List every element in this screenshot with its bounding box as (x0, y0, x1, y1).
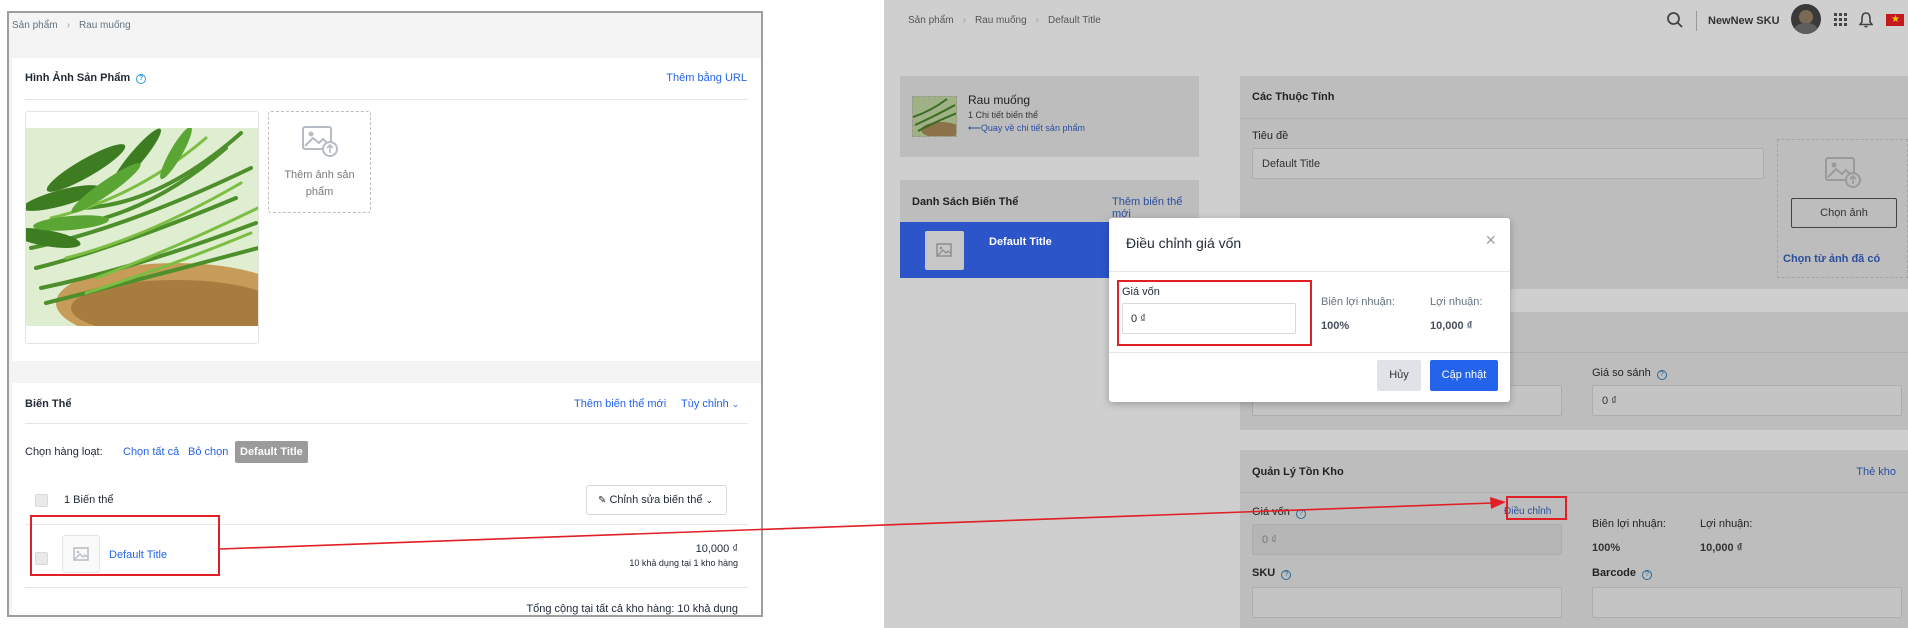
breadcrumb-variant: Default Title (1047, 15, 1101, 26)
apps-grid-icon[interactable] (1834, 13, 1848, 27)
product-name: Rau muống (968, 93, 1031, 107)
inventory-title: Quản Lý Tồn Kho (1252, 466, 1344, 478)
edit-variant-button[interactable]: ✎ Chỉnh sửa biến thể ⌄ (586, 485, 727, 515)
margin-label: Biên lợi nhuận: (1592, 518, 1666, 530)
choose-image-button[interactable]: Chọn ảnh (1791, 198, 1897, 228)
title-label: Tiêu đề (1252, 130, 1289, 142)
add-variant-link[interactable]: Thêm biến thể mới (1112, 196, 1199, 220)
cancel-button[interactable]: Hủy (1377, 360, 1421, 391)
image-upload-icon (1825, 157, 1861, 188)
choose-existing-image-link[interactable]: Chọn từ ảnh đã có (1783, 253, 1880, 265)
profit-label: Lợi nhuận: (1430, 296, 1483, 308)
variants-card: Biến Thể Thêm biến thể mới Tùy chỉnh ⌄ C… (12, 383, 761, 615)
back-to-product-link[interactable]: ⟵Quay về chi tiết sản phẩm (968, 123, 1085, 134)
variant-tag-chip[interactable]: Default Title (235, 441, 308, 463)
images-title: Hình Ảnh Sản Phẩm ? (25, 72, 147, 84)
help-icon[interactable]: ? (1642, 570, 1653, 580)
modal-title: Điều chỉnh giá vốn (1126, 235, 1242, 251)
variant-thumbnail (925, 231, 964, 270)
image-upload-icon (302, 126, 338, 157)
add-variant-link[interactable]: Thêm biến thể mới (574, 398, 666, 410)
breadcrumb-separator: › (1035, 15, 1039, 26)
water-spinach-image (26, 128, 258, 326)
help-icon[interactable]: ? (1295, 509, 1306, 519)
product-thumbnail (912, 96, 957, 137)
attributes-title: Các Thuộc Tính (1252, 91, 1335, 103)
profit-label: Lợi nhuận: (1700, 518, 1753, 530)
breadcrumb-product[interactable]: Rau muống (79, 20, 131, 31)
chevron-down-icon: ⌄ (705, 495, 714, 505)
title-input[interactable]: Default Title (1252, 148, 1764, 179)
margin-label: Biên lợi nhuận: (1321, 296, 1395, 308)
sku-label: SKU ? (1252, 567, 1292, 580)
variants-title: Biến Thể (25, 398, 72, 410)
annotation-highlight-cost-field (1117, 280, 1312, 346)
margin-value: 100% (1592, 542, 1621, 554)
compare-price-input[interactable]: 0 ₫ (1592, 385, 1902, 416)
cost-price-label: Giá vốn ? (1252, 506, 1306, 519)
bulk-select-label: Chọn hàng loạt: (25, 446, 103, 458)
store-name[interactable]: NewNew SKU (1708, 15, 1780, 27)
compare-price-label: Giá so sánh ? (1592, 367, 1667, 380)
deselect-link[interactable]: Bỏ chọn (188, 446, 228, 458)
arrow-left-icon: ⟵ (968, 123, 981, 133)
total-stock: Tổng cộng tại tất cả kho hàng: 10 khả dụ… (526, 603, 738, 615)
cost-price-input: 0 ₫ (1252, 524, 1562, 555)
variant-count: 1 Biến thể (64, 494, 114, 506)
stock-card-link[interactable]: Thẻ kho (1856, 466, 1896, 478)
margin-value: 100% (1321, 320, 1350, 332)
search-icon[interactable] (1666, 11, 1684, 29)
divider (1109, 271, 1510, 272)
product-summary-card: Rau muống 1 Chi tiết biến thể ⟵Quay về c… (900, 76, 1199, 157)
avatar[interactable] (1791, 4, 1821, 34)
water-spinach-thumbnail (913, 97, 956, 136)
breadcrumb-separator: › (962, 15, 966, 26)
divider (1240, 118, 1908, 119)
annotation-highlight-variant-row (30, 515, 220, 576)
divider (25, 99, 748, 100)
chevron-down-icon: ⌄ (731, 399, 740, 409)
variant-stock: 10 khả dụng tại 1 kho hàng (629, 558, 738, 568)
profit-value: 10,000 ₫ (1700, 542, 1743, 554)
sku-input[interactable] (1252, 587, 1562, 618)
divider (1109, 352, 1510, 353)
breadcrumb-products[interactable]: Sản phẩm (908, 15, 954, 26)
divider (25, 587, 748, 588)
customize-dropdown[interactable]: Tùy chỉnh ⌄ (681, 398, 739, 410)
annotation-highlight-adjust-link (1506, 496, 1567, 520)
close-icon[interactable]: × (1485, 230, 1496, 251)
select-all-link[interactable]: Chọn tất cả (123, 446, 179, 458)
variant-list-title: Danh Sách Biến Thể (912, 196, 1019, 208)
divider (1240, 492, 1908, 493)
breadcrumb-separator: › (66, 20, 70, 31)
add-image-label: Thêm ảnh sản phẩm (284, 169, 355, 198)
variant-detail-count: 1 Chi tiết biến thể (968, 110, 1039, 120)
vietnam-flag-icon[interactable]: ★ (1886, 14, 1904, 26)
breadcrumb: Sản phẩm › Rau muống (12, 20, 131, 31)
breadcrumb: Sản phẩm › Rau muống › Default Title (908, 15, 1101, 26)
select-all-checkbox[interactable] (35, 494, 48, 507)
help-icon[interactable]: ? (136, 74, 147, 84)
help-icon[interactable]: ? (1281, 570, 1292, 580)
image-placeholder-icon (936, 243, 952, 257)
profit-value: 10,000 ₫ (1430, 320, 1473, 332)
breadcrumb-product[interactable]: Rau muống (975, 15, 1027, 26)
breadcrumb-products[interactable]: Sản phẩm (12, 20, 58, 31)
add-image-box[interactable]: Thêm ảnh sản phẩm (268, 111, 371, 213)
divider (25, 423, 748, 424)
pencil-icon: ✎ (598, 495, 607, 506)
variant-price: 10,000 ₫ (695, 543, 738, 555)
bell-icon[interactable] (1859, 12, 1873, 28)
barcode-label: Barcode ? (1592, 567, 1653, 580)
inventory-card: Quản Lý Tồn Kho Thẻ kho Giá vốn ? Điều c… (1240, 450, 1908, 628)
add-by-url-link[interactable]: Thêm bằng URL (666, 72, 747, 84)
product-image-frame[interactable] (25, 111, 259, 344)
header-divider (1696, 11, 1697, 31)
variant-list-item-name: Default Title (989, 236, 1052, 248)
images-card: Hình Ảnh Sản Phẩm ? Thêm bằng URL Thêm ả… (12, 58, 761, 361)
variant-image-box[interactable]: Chọn ảnh Chọn từ ảnh đã có (1777, 139, 1908, 278)
barcode-input[interactable] (1592, 587, 1902, 618)
update-button[interactable]: Cập nhật (1430, 360, 1498, 391)
help-icon[interactable]: ? (1656, 370, 1667, 380)
